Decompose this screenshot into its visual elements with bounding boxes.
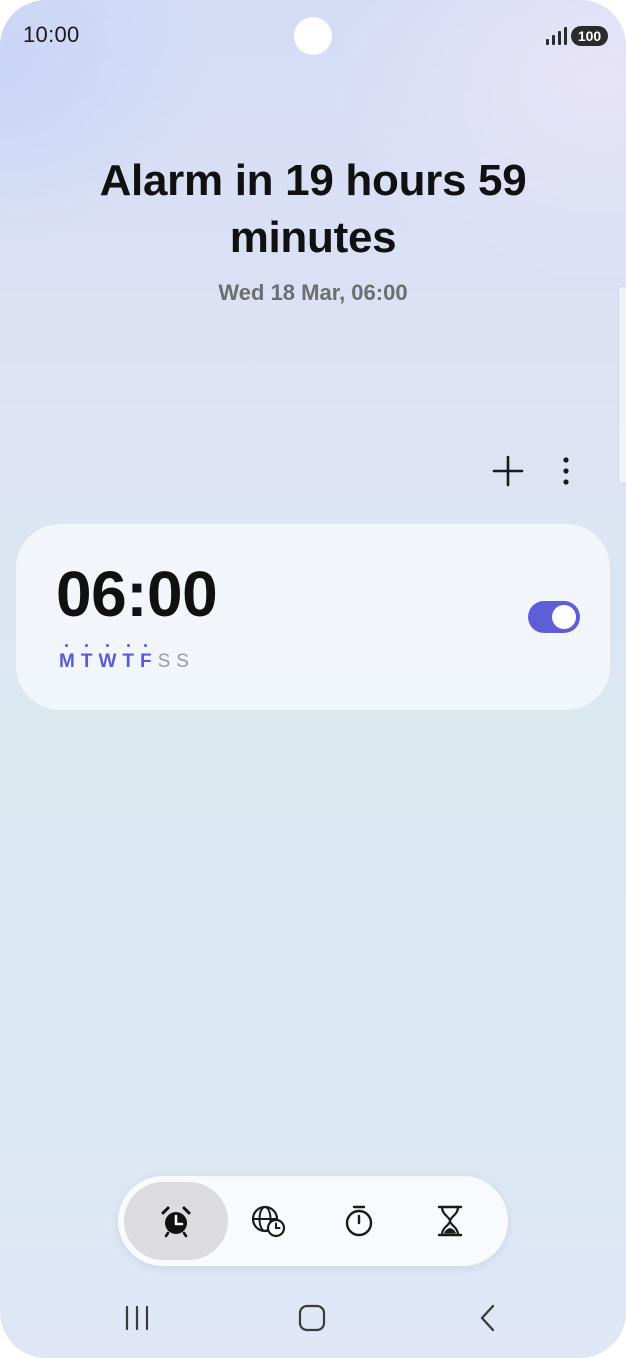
home-button[interactable] (290, 1298, 334, 1338)
alarm-card[interactable]: 06:00 M T W T F S S (16, 524, 610, 710)
toggle-knob (552, 605, 576, 629)
more-vertical-icon (563, 457, 569, 485)
more-options-button[interactable] (549, 450, 583, 492)
tab-alarm[interactable] (124, 1182, 228, 1260)
phone-screen: 10:00 100 Alarm in 19 hours 59 minutes W… (0, 0, 626, 1358)
recents-button[interactable] (115, 1298, 159, 1338)
status-time: 10:00 (23, 22, 80, 47)
hourglass-icon (437, 1205, 463, 1237)
repeat-days: M T W T F S S (59, 644, 195, 674)
day-friday: F (139, 644, 152, 672)
plus-icon (492, 455, 524, 487)
day-monday: M (59, 644, 75, 672)
tab-world-clock[interactable] (216, 1182, 320, 1260)
tab-timer[interactable] (398, 1182, 502, 1260)
world-clock-icon (251, 1205, 286, 1238)
battery-indicator: 100 (571, 26, 608, 46)
day-saturday: S (157, 651, 171, 672)
stopwatch-icon (345, 1205, 373, 1237)
alarm-time: 06:00 (56, 558, 218, 630)
alarm-toggle[interactable] (528, 601, 580, 633)
bottom-tab-bar (118, 1176, 508, 1266)
next-alarm-date: Wed 18 Mar, 06:00 (218, 280, 408, 305)
day-tuesday: T (80, 644, 93, 672)
back-button[interactable] (466, 1298, 510, 1338)
day-wednesday: W (98, 644, 117, 672)
day-sunday: S (176, 651, 189, 672)
alarm-clock-icon (161, 1206, 191, 1238)
tab-stopwatch[interactable] (307, 1182, 411, 1260)
recents-icon (125, 1305, 149, 1331)
alarm-countdown-title: Alarm in 19 hours 59 minutes (99, 156, 527, 262)
day-thursday: T (122, 644, 134, 672)
home-icon (298, 1304, 326, 1332)
back-icon (480, 1304, 495, 1332)
camera-cutout (294, 17, 332, 55)
add-alarm-button[interactable] (487, 450, 529, 492)
edge-panel-handle[interactable] (618, 286, 626, 484)
signal-icon (546, 27, 567, 45)
